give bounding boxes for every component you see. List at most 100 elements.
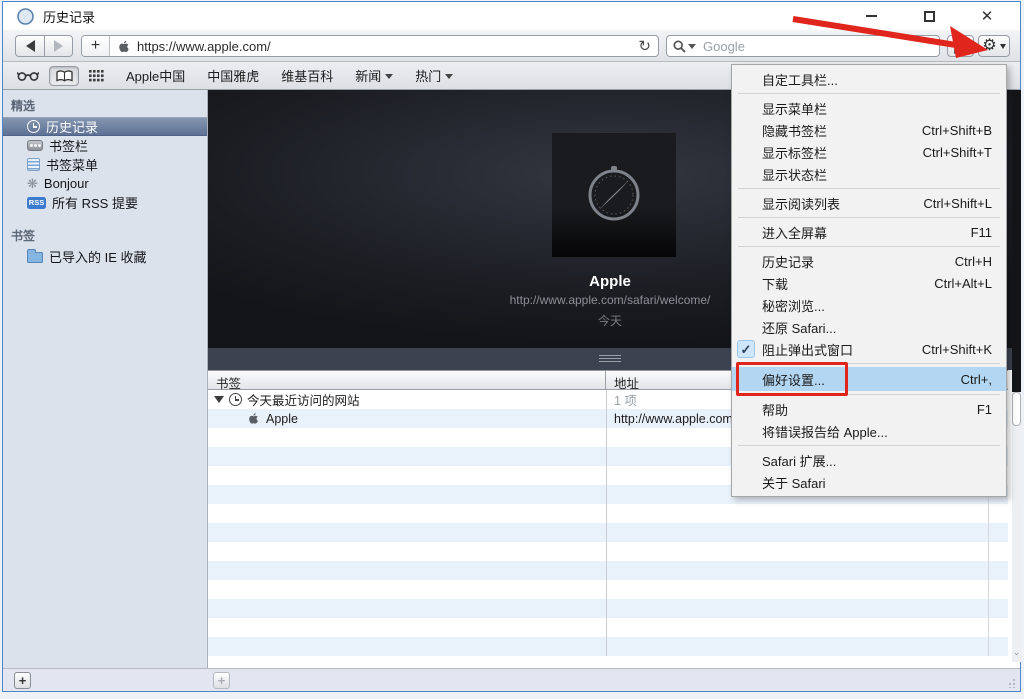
bookmark-item-label: 新闻 (355, 66, 381, 85)
column-header-address[interactable]: 地址 (606, 371, 639, 389)
menu-item-shortcut: Ctrl+Shift+L (923, 196, 992, 211)
apple-favicon-icon (118, 40, 131, 53)
sidebar-item-label: 所有 RSS 提要 (52, 193, 138, 212)
url-text[interactable]: https://www.apple.com/ (137, 39, 638, 54)
menu-separator (738, 445, 1000, 446)
chevron-down-icon (385, 74, 393, 79)
bookmark-item[interactable]: 中国雅虎 (207, 66, 259, 85)
clock-icon (229, 393, 242, 406)
forward-button[interactable] (44, 35, 73, 57)
menu-item[interactable]: 历史记录Ctrl+H (732, 250, 1006, 272)
vertical-scrollbar[interactable]: ⌄ (1012, 90, 1021, 662)
show-bookmarks-button[interactable] (49, 66, 79, 86)
annotation-red-box (736, 362, 848, 396)
sidebar-item-bookmarks-menu[interactable]: 书签菜单 (3, 155, 207, 174)
column-header-bookmark[interactable]: 书签 (208, 371, 606, 389)
menu-item[interactable]: Safari 扩展... (732, 449, 1006, 471)
scrollbar-thumb[interactable] (1012, 392, 1021, 426)
sidebar-item-clock[interactable]: 历史记录 (3, 117, 207, 136)
status-bar: + + (3, 668, 1020, 691)
sidebar-item-folder[interactable]: 已导入的 IE 收藏 (3, 247, 207, 266)
menu-separator (738, 246, 1000, 247)
menu-item[interactable]: 下载Ctrl+Alt+L (732, 272, 1006, 294)
page-icon (954, 39, 967, 54)
menu-item[interactable]: 将错误报告给 Apple... (732, 420, 1006, 442)
menu-item-label: 显示标签栏 (762, 143, 827, 162)
back-button[interactable] (15, 35, 44, 57)
bookmark-item[interactable]: 热门 (415, 66, 453, 85)
menu-item-label: Safari 扩展... (762, 451, 836, 470)
menu-item-label: 秘密浏览... (762, 296, 825, 315)
menu-item[interactable]: 关于 Safari (732, 471, 1006, 493)
table-row-empty (208, 561, 1008, 580)
sidebar-gap (3, 212, 207, 220)
sidebar-item-bookmarks-bar[interactable]: 书签栏 (3, 136, 207, 155)
menu-item[interactable]: 秘密浏览... (732, 294, 1006, 316)
chevron-down-icon (1000, 44, 1006, 49)
table-row-empty (208, 580, 1008, 599)
scrollbar-dark-region (1012, 90, 1021, 392)
search-options-caret-icon[interactable] (688, 44, 696, 49)
menu-item[interactable]: 偏好设置...Ctrl+, (732, 367, 1006, 391)
menu-item[interactable]: 进入全屏幕F11 (732, 221, 1006, 243)
site-row-label: Apple (266, 412, 298, 426)
menu-item-label: 阻止弹出式窗口 (762, 340, 853, 359)
reading-list-glasses-icon[interactable] (17, 70, 39, 81)
bookmark-item[interactable]: 维基百科 (281, 66, 333, 85)
table-cell-bookmark[interactable]: Apple (208, 409, 606, 428)
sidebar-item-bonjour[interactable]: ❋Bonjour (3, 174, 207, 193)
menu-item-shortcut: Ctrl+Shift+B (922, 123, 992, 138)
menu-item-label: 还原 Safari... (762, 318, 836, 337)
sidebar-section-header: 精选 (3, 90, 207, 117)
disclosure-triangle-icon[interactable] (214, 396, 224, 403)
menu-item-shortcut: Ctrl+Alt+L (934, 276, 992, 291)
sidebar-item-rss[interactable]: RSS所有 RSS 提要 (3, 193, 207, 212)
menu-item[interactable]: 隐藏书签栏Ctrl+Shift+B (732, 119, 1006, 141)
resize-grip-icon[interactable] (599, 355, 621, 363)
menu-item[interactable]: 显示菜单栏 (732, 97, 1006, 119)
safari-compass-glyph-icon (582, 163, 646, 227)
bookmark-item[interactable]: Apple中国 (126, 66, 185, 85)
close-button[interactable]: ✕ (972, 4, 1002, 28)
top-sites-grid-icon[interactable] (89, 70, 104, 82)
bonjour-icon: ❋ (27, 177, 38, 190)
bookmark-item[interactable]: 新闻 (355, 66, 393, 85)
menu-item[interactable]: 还原 Safari... (732, 316, 1006, 338)
menu-item[interactable]: 自定工具栏... (732, 68, 1006, 90)
window-resize-grip-icon[interactable] (1006, 678, 1016, 688)
search-icon (673, 40, 686, 53)
search-field[interactable]: Google (666, 35, 940, 57)
checkmark-icon: ✓ (737, 340, 755, 358)
menu-item[interactable]: 帮助F1 (732, 398, 1006, 420)
minimize-button[interactable] (856, 4, 886, 28)
menu-item-label: 显示菜单栏 (762, 99, 827, 118)
reload-icon[interactable]: ↻ (638, 37, 651, 55)
add-bookmark-folder-button[interactable]: + (14, 672, 31, 689)
clock-icon (27, 120, 40, 133)
menu-item[interactable]: 显示阅读列表Ctrl+Shift+L (732, 192, 1006, 214)
bookmark-item-label: 中国雅虎 (207, 66, 259, 85)
address-bar[interactable]: + https://www.apple.com/ ↻ (81, 35, 659, 57)
new-tab-button[interactable]: + (82, 36, 110, 56)
table-row-empty (208, 542, 1008, 561)
page-menu-button[interactable] (947, 35, 974, 57)
add-bookmark-button[interactable]: + (213, 672, 230, 689)
bookmark-item-label: 热门 (415, 66, 441, 85)
table-row-empty (208, 523, 1008, 542)
menu-item-shortcut: F1 (977, 402, 992, 417)
menu-item[interactable]: ✓阻止弹出式窗口Ctrl+Shift+K (732, 338, 1006, 360)
bookmark-items: Apple中国 中国雅虎 维基百科 新闻 热门 (104, 66, 453, 85)
table-cell-bookmark[interactable]: 今天最近访问的网站 (208, 390, 606, 409)
menu-item[interactable]: 显示标签栏Ctrl+Shift+T (732, 141, 1006, 163)
sidebar: 精选历史记录书签栏书签菜单❋BonjourRSS所有 RSS 提要书签已导入的 … (3, 90, 208, 668)
scroll-down-arrow-icon[interactable]: ⌄ (1012, 647, 1021, 658)
menu-item[interactable]: 显示状态栏 (732, 163, 1006, 185)
table-cell-address: 1 项 (606, 390, 637, 409)
bookmarks-menu-icon (27, 158, 40, 171)
maximize-button[interactable] (914, 4, 944, 28)
table-row-empty (208, 504, 1008, 523)
apple-logo-icon (248, 412, 260, 425)
settings-gear-button[interactable]: ⚙ (978, 35, 1010, 57)
gear-icon: ⚙ (982, 38, 996, 54)
coverflow-thumbnail[interactable] (552, 133, 676, 257)
